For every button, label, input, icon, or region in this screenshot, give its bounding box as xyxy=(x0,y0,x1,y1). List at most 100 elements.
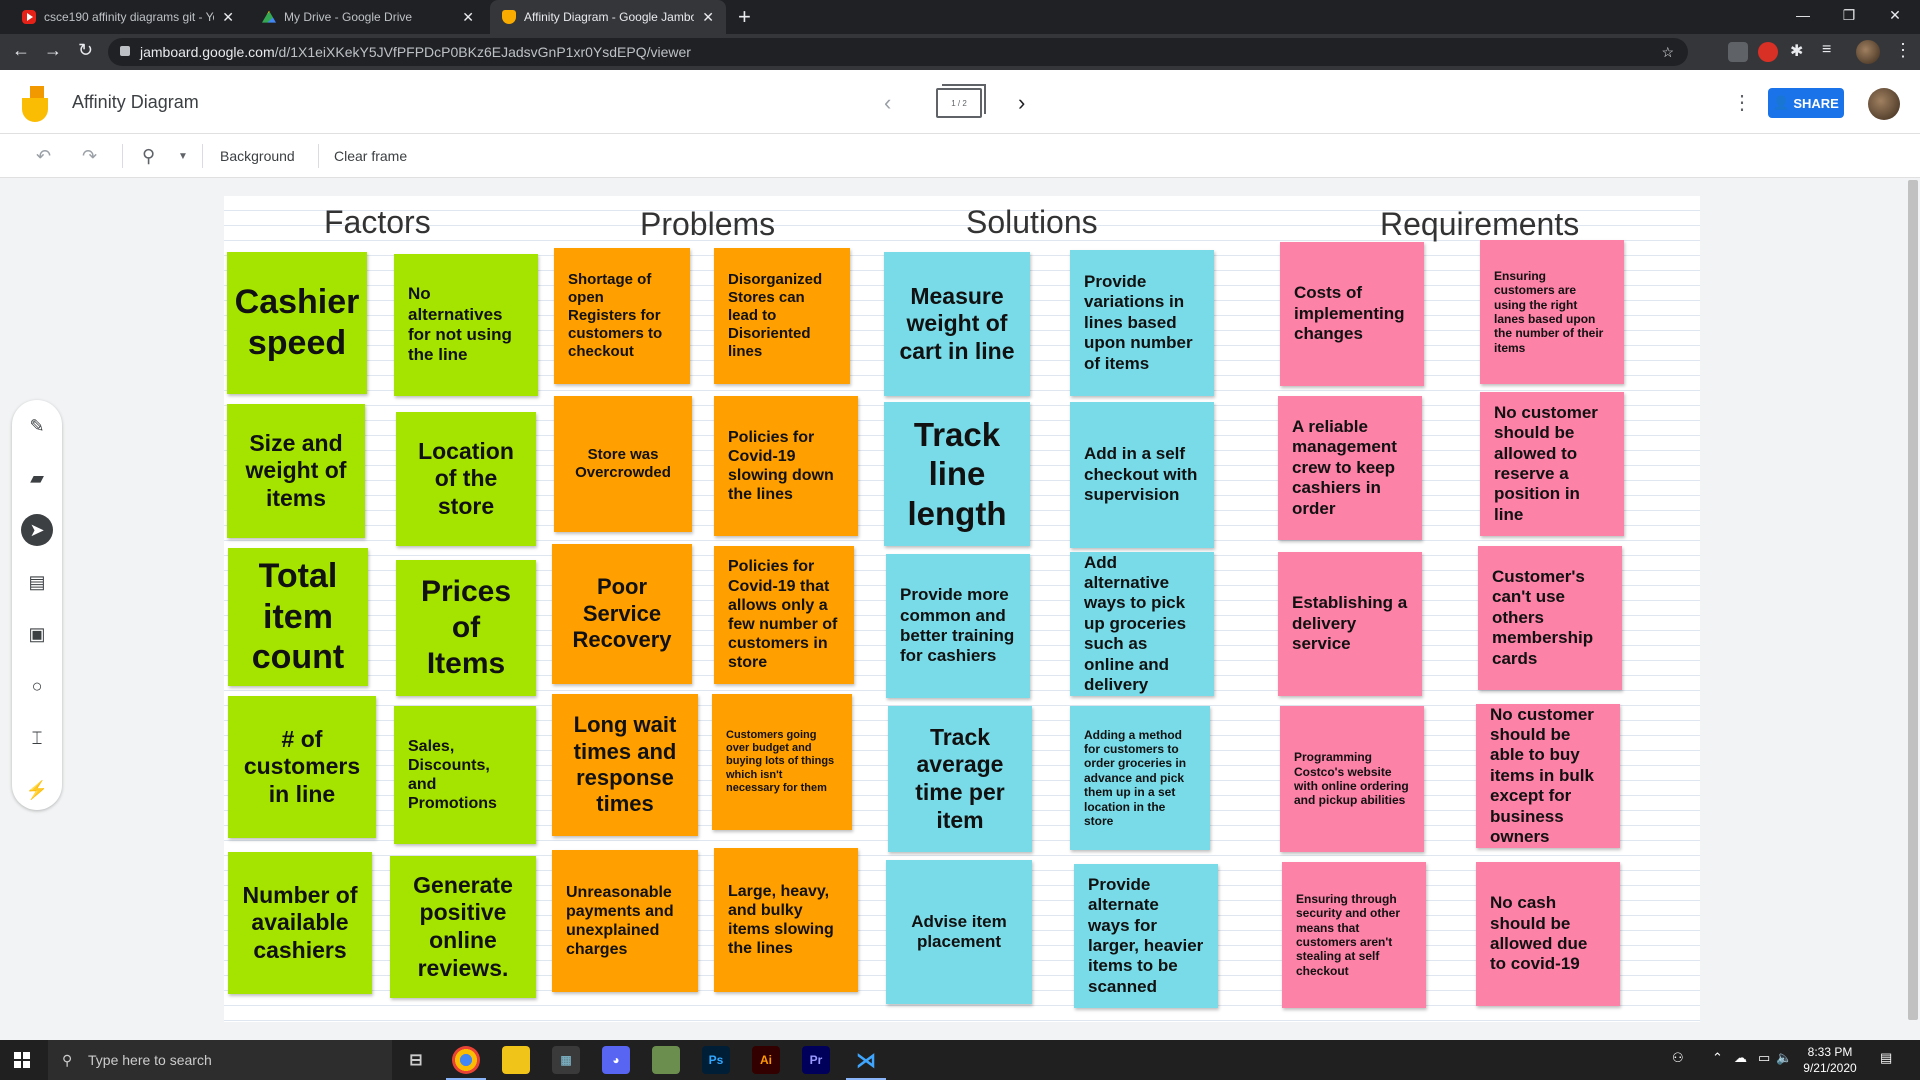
sticky-note-solution[interactable]: Add alternative ways to pick up grocerie… xyxy=(1070,552,1214,696)
sticky-note-requirement[interactable]: No customer should be allowed to reserve… xyxy=(1480,392,1624,536)
sticky-note-solution[interactable]: Track average time per item xyxy=(888,706,1032,852)
sticky-note-factor[interactable]: Prices of Items xyxy=(396,560,536,696)
sticky-note-requirement[interactable]: Ensuring through security and other mean… xyxy=(1282,862,1426,1008)
discord-icon[interactable]: ◕ xyxy=(602,1046,630,1074)
more-options-icon[interactable]: ⋮ xyxy=(1732,90,1752,115)
vertical-scrollbar[interactable] xyxy=(1908,180,1918,1020)
profile-avatar[interactable] xyxy=(1856,40,1880,64)
sticky-note-problem[interactable]: Large, heavy, and bulky items slowing th… xyxy=(714,848,858,992)
media-control-icon[interactable]: ≡ xyxy=(1822,41,1831,59)
circle-shape-tool-icon[interactable]: ○ xyxy=(21,670,53,702)
close-window-icon[interactable]: ✕ xyxy=(1872,0,1918,30)
sticky-note-solution[interactable]: Adding a method for customers to order g… xyxy=(1070,706,1210,850)
windows-start-icon[interactable] xyxy=(14,1052,30,1068)
illustrator-icon[interactable]: Ai xyxy=(752,1046,780,1074)
sticky-note-solution[interactable]: Advise item placement xyxy=(886,860,1032,1004)
document-title[interactable]: Affinity Diagram xyxy=(72,92,199,113)
clear-frame-button[interactable]: Clear frame xyxy=(334,148,407,164)
microsoft-store-icon[interactable]: ▦ xyxy=(552,1046,580,1074)
sticky-note-factor[interactable]: Total item count xyxy=(228,548,368,686)
bookmark-star-icon[interactable]: ☆ xyxy=(1661,38,1674,66)
browser-tab-jamboard[interactable]: Affinity Diagram - Google Jambo ✕ xyxy=(490,0,726,34)
background-button[interactable]: Background xyxy=(220,148,295,164)
zoom-dropdown-icon[interactable]: ▼ xyxy=(178,151,188,162)
sticky-note-problem[interactable]: Unreasonable payments and unexplained ch… xyxy=(552,850,698,992)
jamboard-canvas[interactable]: Factors Problems Solutions Requirements … xyxy=(224,196,1700,1022)
sticky-note-solution[interactable]: Provide alternate ways for larger, heavi… xyxy=(1074,864,1218,1008)
redo-icon[interactable]: ↷ xyxy=(82,146,97,167)
premiere-pro-icon[interactable]: Pr xyxy=(802,1046,830,1074)
sticky-note-problem[interactable]: Poor Service Recovery xyxy=(552,544,692,684)
browser-tab-drive[interactable]: My Drive - Google Drive ✕ xyxy=(250,0,486,34)
share-button[interactable]: 👤 SHARE xyxy=(1768,88,1844,118)
sticky-note-problem[interactable]: Policies for Covid-19 slowing down the l… xyxy=(714,396,858,536)
extension-icon[interactable] xyxy=(1728,42,1748,62)
sticky-note-tool-icon[interactable]: ▤ xyxy=(21,566,53,598)
frame-bar-toggle[interactable]: 1 / 2 xyxy=(936,84,986,118)
sticky-note-solution[interactable]: Provide variations in lines based upon n… xyxy=(1070,250,1214,396)
sticky-note-factor[interactable]: Number of available cashiers xyxy=(228,852,372,994)
restore-icon[interactable]: ❐ xyxy=(1826,0,1872,30)
minecraft-icon[interactable] xyxy=(652,1046,680,1074)
sticky-note-factor[interactable]: Generate positive online reviews. xyxy=(390,856,536,998)
onedrive-icon[interactable]: ☁ xyxy=(1734,1050,1747,1066)
sticky-note-solution[interactable]: Measure weight of cart in line xyxy=(884,252,1030,396)
show-hidden-icons-icon[interactable]: ⌃ xyxy=(1712,1050,1723,1066)
people-icon[interactable]: ⚇ xyxy=(1672,1050,1684,1066)
sticky-note-factor[interactable]: Sales, Discounts, and Promotions xyxy=(394,706,536,844)
vscode-icon[interactable]: ⋊ xyxy=(852,1046,880,1074)
browser-tab-youtube[interactable]: csce190 affinity diagrams git - Yo ✕ xyxy=(10,0,246,34)
notifications-icon[interactable]: ▤ xyxy=(1880,1050,1892,1066)
sticky-note-factor[interactable]: No alternatives for not using the line xyxy=(394,254,538,396)
next-frame-icon[interactable]: › xyxy=(1018,90,1025,116)
url-input[interactable]: jamboard.google.com/d/1X1eiXKekY5JVfPFPD… xyxy=(108,38,1688,66)
sticky-note-requirement[interactable]: No cash should be allowed due to covid-1… xyxy=(1476,862,1620,1006)
laser-tool-icon[interactable]: ⚡ xyxy=(21,774,53,806)
sticky-note-requirement[interactable]: No customer should be able to buy items … xyxy=(1476,704,1620,848)
photoshop-icon[interactable]: Ps xyxy=(702,1046,730,1074)
select-tool-icon[interactable]: ➤ xyxy=(21,514,53,546)
forward-icon[interactable]: → xyxy=(44,40,62,61)
minimize-icon[interactable]: — xyxy=(1780,0,1826,30)
close-tab-icon[interactable]: ✕ xyxy=(222,9,234,26)
sticky-note-factor[interactable]: Size and weight of items xyxy=(227,404,365,538)
previous-frame-icon[interactable]: ‹ xyxy=(884,90,891,116)
sticky-note-solution[interactable]: Provide more common and better training … xyxy=(886,554,1030,698)
sticky-note-problem[interactable]: Policies for Covid-19 that allows only a… xyxy=(714,546,854,684)
browser-menu-icon[interactable]: ⋮ xyxy=(1894,40,1912,61)
close-tab-icon[interactable]: ✕ xyxy=(462,9,474,26)
sticky-note-factor[interactable]: Cashier speed xyxy=(227,252,367,394)
zoom-icon[interactable]: ⚲ xyxy=(142,146,155,167)
close-tab-icon[interactable]: ✕ xyxy=(702,9,714,26)
sticky-note-requirement[interactable]: Customer's can't use others membership c… xyxy=(1478,546,1622,690)
sticky-note-solution[interactable]: Track line length xyxy=(884,402,1030,546)
taskbar-search-box[interactable]: ⚲ Type here to search xyxy=(48,1040,392,1080)
sticky-note-requirement[interactable]: Costs of implementing changes xyxy=(1280,242,1424,386)
sticky-note-solution[interactable]: Add in a self checkout with supervision xyxy=(1070,402,1214,548)
chrome-taskbar-icon[interactable] xyxy=(452,1046,480,1074)
sticky-note-factor[interactable]: Location of the store xyxy=(396,412,536,546)
eraser-tool-icon[interactable]: ▰ xyxy=(21,462,53,494)
add-image-tool-icon[interactable]: ▣ xyxy=(21,618,53,650)
task-view-icon[interactable]: ⊟ xyxy=(402,1046,430,1074)
sticky-note-problem[interactable]: Shortage of open Registers for customers… xyxy=(554,248,690,384)
reload-icon[interactable]: ↻ xyxy=(78,40,93,61)
file-explorer-icon[interactable] xyxy=(502,1046,530,1074)
extensions-puzzle-icon[interactable]: ✱ xyxy=(1790,41,1803,61)
sticky-note-requirement[interactable]: Ensuring customers are using the right l… xyxy=(1480,240,1624,384)
account-avatar[interactable] xyxy=(1868,88,1900,120)
jamboard-logo[interactable] xyxy=(22,86,50,122)
undo-icon[interactable]: ↶ xyxy=(36,146,51,167)
pen-tool-icon[interactable]: ✎ xyxy=(21,410,53,442)
system-clock[interactable]: 8:33 PM 9/21/2020 xyxy=(1790,1044,1870,1076)
sticky-note-requirement[interactable]: Establishing a delivery service xyxy=(1278,552,1422,696)
sticky-note-problem[interactable]: Customers going over budget and buying l… xyxy=(712,694,852,830)
text-box-tool-icon[interactable]: ⌶ xyxy=(21,722,53,754)
sticky-note-requirement[interactable]: A reliable management crew to keep cashi… xyxy=(1278,396,1422,540)
network-icon[interactable]: ▭ xyxy=(1758,1050,1770,1066)
sticky-note-requirement[interactable]: Programming Costco's website with online… xyxy=(1280,706,1424,852)
extension-icon[interactable] xyxy=(1758,42,1778,62)
new-tab-button[interactable]: + xyxy=(738,4,751,30)
sticky-note-problem[interactable]: Disorganized Stores can lead to Disorien… xyxy=(714,248,850,384)
back-icon[interactable]: ← xyxy=(12,40,30,61)
